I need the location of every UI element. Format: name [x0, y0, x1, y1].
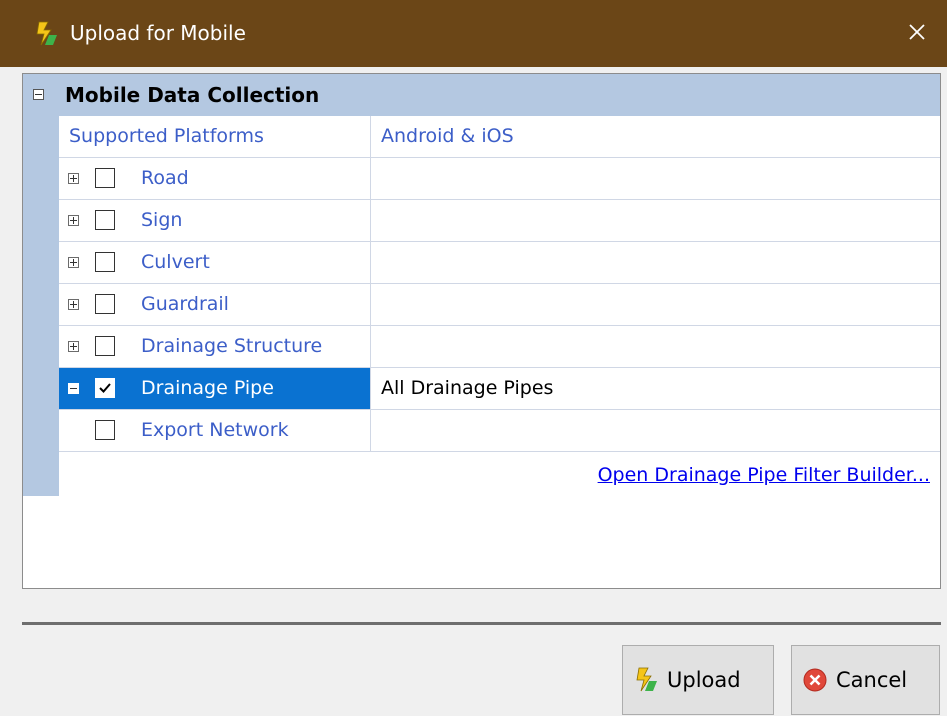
property-row[interactable]: Culvert: [59, 242, 940, 284]
property-value-cell[interactable]: All Drainage Pipes: [371, 368, 940, 409]
collapse-icon[interactable]: [33, 89, 44, 100]
expand-icon[interactable]: [68, 341, 79, 352]
property-name: Guardrail: [141, 293, 229, 315]
property-name-cell[interactable]: Guardrail: [59, 284, 371, 325]
row-checkbox[interactable]: [95, 420, 115, 440]
property-value-cell[interactable]: [371, 326, 940, 367]
property-row[interactable]: Drainage Pipe All Drainage Pipes: [59, 368, 940, 410]
upload-label: Upload: [667, 668, 741, 692]
property-name-cell[interactable]: Export Network: [59, 410, 371, 451]
title-bar: Upload for Mobile: [0, 0, 947, 67]
property-name-cell[interactable]: Road: [59, 158, 371, 199]
property-row[interactable]: Guardrail: [59, 284, 940, 326]
row-checkbox[interactable]: [95, 210, 115, 230]
link-row: Open Drainage Pipe Filter Builder...: [59, 454, 940, 496]
property-name-cell[interactable]: Drainage Pipe: [59, 368, 371, 409]
row-checkbox[interactable]: [95, 336, 115, 356]
property-name-cell[interactable]: Sign: [59, 200, 371, 241]
row-checkbox[interactable]: [95, 252, 115, 272]
expand-icon[interactable]: [68, 257, 79, 268]
property-value-cell[interactable]: Android & iOS: [371, 116, 940, 157]
property-name: Drainage Pipe: [141, 377, 274, 399]
property-row[interactable]: Supported Platforms Android & iOS: [59, 116, 940, 158]
filter-builder-link[interactable]: Open Drainage Pipe Filter Builder...: [598, 454, 930, 496]
property-name: Export Network: [141, 419, 289, 441]
property-value-cell[interactable]: [371, 242, 940, 283]
category-label: Mobile Data Collection: [65, 83, 320, 107]
grid-gutter: [23, 74, 59, 496]
property-name-cell[interactable]: Drainage Structure: [59, 326, 371, 367]
property-value-cell[interactable]: [371, 410, 940, 451]
property-value: Android & iOS: [381, 125, 514, 147]
property-name: Culvert: [141, 251, 210, 273]
property-name-cell[interactable]: Supported Platforms: [59, 116, 371, 157]
upload-button[interactable]: Upload: [622, 645, 774, 715]
row-checkbox[interactable]: [95, 294, 115, 314]
property-grid: Mobile Data Collection Supported Platfor…: [22, 73, 941, 589]
property-name: Supported Platforms: [69, 125, 264, 147]
property-value: All Drainage Pipes: [381, 377, 554, 399]
collapse-icon[interactable]: [68, 383, 79, 394]
property-row[interactable]: Road: [59, 158, 940, 200]
app-lightning-icon: [33, 21, 59, 47]
row-checkbox[interactable]: [95, 168, 115, 188]
property-value-cell[interactable]: [371, 284, 940, 325]
cancel-icon: [802, 667, 828, 693]
cancel-label: Cancel: [836, 668, 908, 692]
expand-icon[interactable]: [68, 173, 79, 184]
property-name: Sign: [141, 209, 183, 231]
category-header[interactable]: Mobile Data Collection: [23, 74, 940, 116]
property-row[interactable]: Drainage Structure: [59, 326, 940, 368]
row-checkbox[interactable]: [95, 378, 115, 398]
property-name-cell[interactable]: Culvert: [59, 242, 371, 283]
property-row[interactable]: Sign: [59, 200, 940, 242]
expand-icon[interactable]: [68, 215, 79, 226]
property-value-cell[interactable]: [371, 158, 940, 199]
property-name: Drainage Structure: [141, 335, 323, 357]
property-name: Road: [141, 167, 189, 189]
property-row[interactable]: Export Network: [59, 410, 940, 452]
expand-icon[interactable]: [68, 299, 79, 310]
cancel-button[interactable]: Cancel: [791, 645, 940, 715]
close-icon: [908, 23, 926, 45]
property-value-cell[interactable]: [371, 200, 940, 241]
close-button[interactable]: [887, 0, 947, 67]
separator: [22, 622, 941, 625]
window-title: Upload for Mobile: [70, 21, 246, 45]
upload-icon: [633, 667, 659, 693]
